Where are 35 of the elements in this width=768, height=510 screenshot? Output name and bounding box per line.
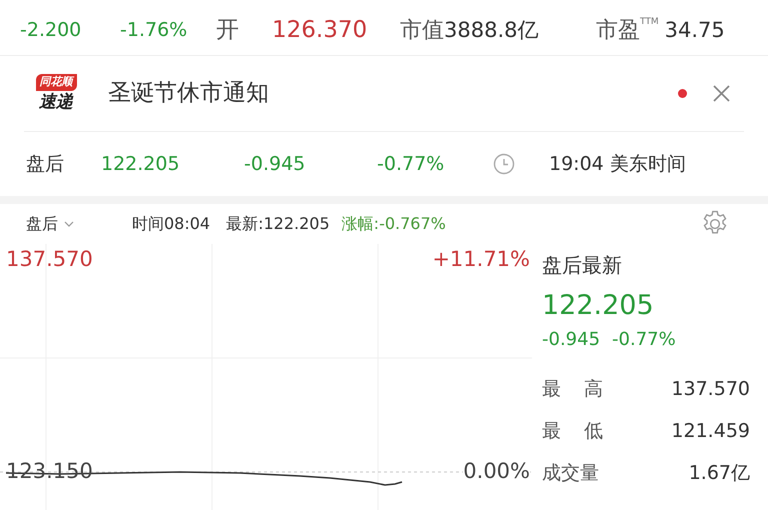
pe-superscript: TTM [640,16,659,29]
open-price: 126.370 [272,16,368,46]
chart-latest: 最新:122.205 [226,213,330,235]
stat-label: 最 高 [542,376,604,402]
stat-label: 最 低 [542,418,604,444]
panel-price: 122.205 [542,289,655,323]
pe-label: 市盈 [596,17,640,45]
session-dropdown[interactable]: 盘后 [26,212,132,236]
change-percent: -1.76% [120,18,188,44]
notice-title[interactable]: 圣诞节休市通知 [108,76,678,111]
clock-icon [493,153,515,175]
market-cap-value: 3888.8亿 [444,16,540,44]
after-hours-change: -0.945 [244,152,306,177]
close-icon[interactable] [713,85,730,102]
app-logo: 同花顺 速递 [24,74,88,113]
panel-percent: -0.77% [612,328,676,352]
caret-icon [64,221,74,227]
chart-time: 时间08:04 [132,213,210,235]
chart-high-percent: +11.71% [432,246,530,272]
panel-change: -0.945 [542,328,600,352]
after-hours-time: 19:04 美东时间 [549,152,686,177]
stat-value: 1.67亿 [688,460,750,486]
open-label: 开 [216,16,240,46]
after-hours-price: 122.205 [101,152,181,177]
stat-value: 121.459 [671,418,750,444]
stat-value: 137.570 [671,376,750,402]
after-hours-percent: -0.77% [377,152,446,177]
stat-label: 成交量 [542,460,599,486]
after-hours-label: 盘后 [26,152,65,177]
price-change: -2.200 [20,18,82,44]
pe-value: 34.75 [664,16,725,44]
market-cap-label: 市值 [400,17,444,45]
chart-high-price: 137.570 [6,246,93,272]
chart-change: 涨幅:-0.767% [342,213,447,235]
panel-title: 盘后最新 [542,252,623,279]
